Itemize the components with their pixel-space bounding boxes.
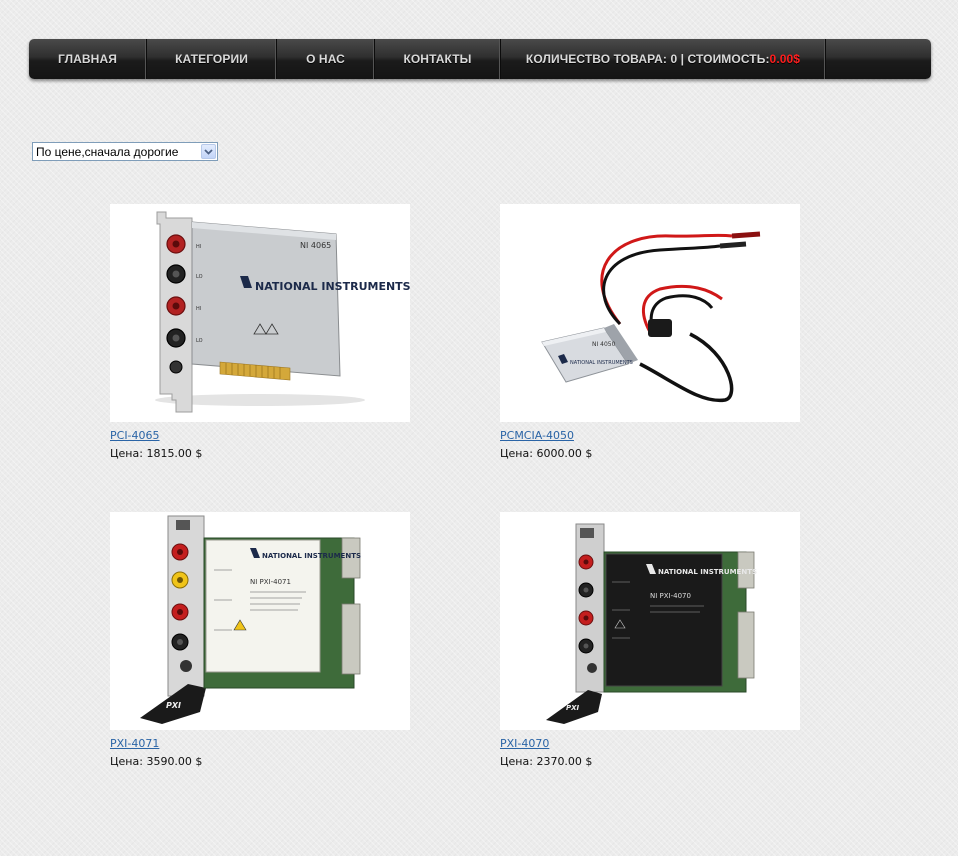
product-brand-text: NATIONAL INSTRUMENTS xyxy=(262,552,361,560)
product-name-link[interactable]: PXI-4070 xyxy=(500,737,549,750)
product-model-text: NI 4050 xyxy=(592,341,616,348)
nav-contacts-link[interactable]: КОНТАКТЫ xyxy=(375,39,501,79)
product-brand-text: NATIONAL INSTRUMENTS xyxy=(658,568,757,576)
product-image[interactable]: PXI NATIONAL INSTRUMENTS NI PXI-4070 xyxy=(500,512,800,730)
svg-text:PXI: PXI xyxy=(166,701,181,710)
svg-text:LO: LO xyxy=(196,338,203,344)
product-model-text: NI PXI-4071 xyxy=(250,578,291,586)
svg-text:PXI: PXI xyxy=(566,704,580,712)
product-name-link[interactable]: PCI-4065 xyxy=(110,429,160,442)
product-card: NATIONAL INSTRUMENTS NI 4050 PCMCIA-4050… xyxy=(500,204,800,460)
product-brand-text: NATIONAL INSTRUMENTS xyxy=(570,360,633,366)
nav-filler xyxy=(826,39,931,79)
product-image[interactable]: PXI NATIONAL INSTRUMENTS NI PXI-4071 xyxy=(110,512,410,730)
product-model-text: NI 4065 xyxy=(300,241,331,250)
sort-selected-value: По цене,сначала дорогие xyxy=(36,144,179,159)
product-price: Цена: 3590.00 $ xyxy=(110,755,203,768)
nav-cart-summary[interactable]: КОЛИЧЕСТВО ТОВАРА: 0 | СТОИМОСТЬ: 0.00$ xyxy=(501,39,826,79)
nav-categories-link[interactable]: КАТЕГОРИИ xyxy=(147,39,277,79)
svg-text:LO: LO xyxy=(196,274,203,280)
product-card: HI LO HI LO NATIONAL INSTRUMENTS NI 4065 P… xyxy=(110,204,410,460)
svg-text:HI: HI xyxy=(196,306,201,312)
svg-text:HI: HI xyxy=(196,244,201,250)
cart-summary-label: КОЛИЧЕСТВО ТОВАРА: 0 | СТОИМОСТЬ: xyxy=(525,52,770,66)
product-brand-text: NATIONAL INSTRUMENTS xyxy=(255,280,410,293)
chevron-down-icon[interactable] xyxy=(201,144,216,159)
cart-total-price: 0.00$ xyxy=(769,52,801,66)
product-price: Цена: 1815.00 $ xyxy=(110,447,203,460)
nav-home-link[interactable]: ГЛАВНАЯ xyxy=(29,39,147,79)
sort-order-select[interactable]: По цене,сначала дорогие xyxy=(32,142,218,161)
nav-about-link[interactable]: О НАС xyxy=(277,39,375,79)
product-name-link[interactable]: PCMCIA-4050 xyxy=(500,429,574,442)
product-card: PXI NATIONAL INSTRUMENTS NI PXI-4071 PXI… xyxy=(110,512,410,768)
product-name-link[interactable]: PXI-4071 xyxy=(110,737,159,750)
product-price: Цена: 6000.00 $ xyxy=(500,447,593,460)
main-navbar: ГЛАВНАЯ КАТЕГОРИИ О НАС КОНТАКТЫ КОЛИЧЕС… xyxy=(29,39,931,79)
product-image[interactable]: NATIONAL INSTRUMENTS NI 4050 xyxy=(500,204,800,422)
product-card: PXI NATIONAL INSTRUMENTS NI PXI-4070 PXI… xyxy=(500,512,800,768)
product-image[interactable]: HI LO HI LO NATIONAL INSTRUMENTS NI 4065 xyxy=(110,204,410,422)
product-price: Цена: 2370.00 $ xyxy=(500,755,593,768)
product-model-text: NI PXI-4070 xyxy=(650,592,691,600)
